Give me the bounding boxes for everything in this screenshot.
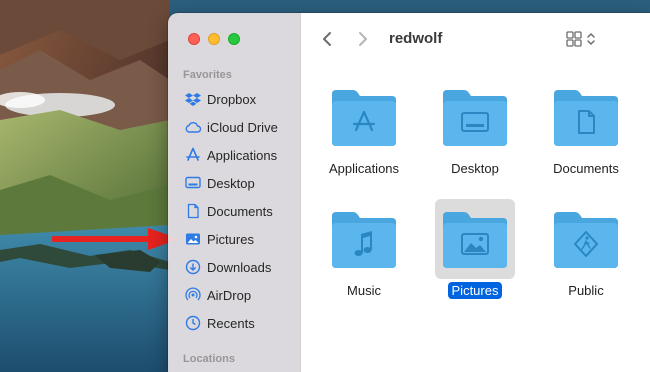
sidebar-section-favorites: Favorites <box>183 69 232 81</box>
folder-icon <box>329 210 399 270</box>
sidebar-item-downloads[interactable]: Downloads <box>168 253 301 281</box>
sidebar-item-label: AirDrop <box>207 287 252 303</box>
sidebar-item-label: Pictures <box>207 231 254 247</box>
close-button[interactable] <box>188 33 200 45</box>
airdrop-icon <box>185 287 201 303</box>
chevron-left-icon <box>323 32 331 46</box>
chevron-updown-icon <box>587 33 595 45</box>
download-icon <box>185 259 201 275</box>
applications-icon <box>185 147 201 163</box>
sidebar-item-applications[interactable]: Applications <box>168 141 301 169</box>
folder-label: Music <box>347 283 381 298</box>
folder-icon <box>329 88 399 148</box>
picture-icon <box>185 231 201 247</box>
sidebar-item-airdrop[interactable]: AirDrop <box>168 281 301 309</box>
cloud-icon <box>185 119 201 135</box>
folder-label: Public <box>568 283 604 298</box>
folder-item-music[interactable]: Music <box>309 205 419 315</box>
favorites-list: Dropbox iCloud Drive Applications Deskto… <box>168 85 301 337</box>
toolbar: redwolf <box>301 13 650 65</box>
icon-grid-icon <box>566 31 582 47</box>
sidebar-item-pictures[interactable]: Pictures <box>168 225 301 253</box>
sidebar-item-label: Dropbox <box>207 91 257 107</box>
back-button[interactable] <box>317 29 337 49</box>
sidebar-item-recents[interactable]: Recents <box>168 309 301 337</box>
sidebar: Favorites Dropbox iCloud Drive Applicati… <box>168 13 301 372</box>
clock-icon <box>185 315 201 331</box>
sidebar-item-label: iCloud Drive <box>207 119 278 135</box>
document-icon <box>185 203 201 219</box>
forward-button[interactable] <box>353 29 373 49</box>
folder-label: Desktop <box>451 161 499 176</box>
folder-icon <box>440 88 510 148</box>
sidebar-item-label: Recents <box>207 315 255 331</box>
folder-icon <box>440 210 510 270</box>
sidebar-section-locations: Locations <box>183 353 235 365</box>
chevron-right-icon <box>359 32 367 46</box>
sidebar-item-desktop[interactable]: Desktop <box>168 169 301 197</box>
red-arrow-annotation <box>52 228 180 250</box>
zoom-button[interactable] <box>228 33 240 45</box>
sidebar-item-label: Downloads <box>207 259 272 275</box>
folder-item-documents[interactable]: Documents <box>531 83 641 193</box>
sidebar-item-dropbox[interactable]: Dropbox <box>168 85 301 113</box>
folder-item-pictures[interactable]: Pictures <box>420 199 530 315</box>
sidebar-item-documents[interactable]: Documents <box>168 197 301 225</box>
dropbox-icon <box>185 91 201 107</box>
desktop-icon <box>185 175 201 191</box>
folder-item-applications[interactable]: Applications <box>309 83 419 193</box>
sidebar-item-label: Desktop <box>207 175 255 191</box>
finder-window: Favorites Dropbox iCloud Drive Applicati… <box>168 13 650 372</box>
main-content: redwolf Applications Desktop Documents M… <box>301 13 650 372</box>
folder-item-public[interactable]: Public <box>531 205 641 315</box>
window-controls <box>188 33 240 45</box>
folder-icon <box>551 88 621 148</box>
sidebar-item-label: Applications <box>207 147 278 163</box>
window-title: redwolf <box>389 30 443 47</box>
folder-label: Pictures <box>447 282 503 299</box>
folder-label: Documents <box>553 161 619 176</box>
minimize-button[interactable] <box>208 33 220 45</box>
folder-item-desktop[interactable]: Desktop <box>420 83 530 193</box>
view-options-button[interactable] <box>566 29 606 49</box>
folder-icon <box>551 210 621 270</box>
sidebar-item-icloud-drive[interactable]: iCloud Drive <box>168 113 301 141</box>
folder-label: Applications <box>328 161 400 176</box>
sidebar-item-label: Documents <box>207 203 273 219</box>
